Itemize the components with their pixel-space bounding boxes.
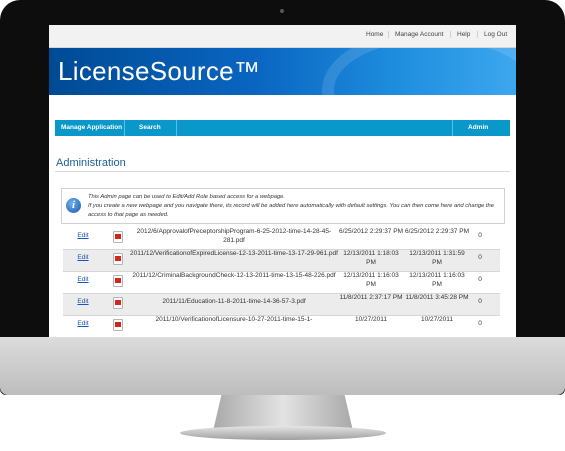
- count-value: 0: [478, 232, 482, 239]
- divider: [55, 171, 510, 172]
- file-name: 2011/12/VerificationofExpiredLicense-12-…: [130, 250, 338, 257]
- banner-decoration: [322, 48, 516, 95]
- nav-manage-application[interactable]: Manage Application: [61, 124, 122, 131]
- pdf-icon: [113, 231, 123, 243]
- help-link[interactable]: Help: [450, 31, 476, 38]
- table-row: Edit 2011/11/Education-11-8-2011-time-14…: [63, 294, 500, 316]
- file-name: 2011/12/CriminalBackgroundCheck-12-13-20…: [132, 272, 336, 279]
- info-text: This Admin page can be used to Edit/Add …: [88, 193, 498, 220]
- table-row: Edit 2011/12/CriminalBackgroundCheck-12-…: [63, 272, 500, 294]
- nav-divider: [176, 120, 177, 136]
- edit-link[interactable]: Edit: [68, 232, 98, 241]
- count-value: 0: [478, 276, 482, 283]
- manage-account-link[interactable]: Manage Account: [388, 31, 449, 38]
- created-date: 10/27/2011: [354, 316, 388, 323]
- nav-divider: [124, 120, 125, 136]
- count-value: 0: [478, 320, 482, 327]
- file-name: 2011/11/Education-11-8-2011-time-14-36-5…: [162, 298, 306, 305]
- info-icon: i: [66, 198, 81, 213]
- nav-divider: [452, 120, 453, 136]
- edit-link[interactable]: Edit: [68, 254, 98, 263]
- pdf-icon: [113, 297, 123, 309]
- created-date: 12/13/2011 1:16:03 PM: [343, 272, 399, 288]
- screen: Home Manage Account Help Log Out License…: [49, 25, 516, 337]
- file-name: 2011/10/VerificationofLicensure-10-27-20…: [155, 316, 313, 323]
- info-message: i This Admin page can be used to Edit/Ad…: [61, 188, 505, 224]
- modified-date: 6/25/2012 2:29:37 PM: [405, 228, 469, 235]
- monitor-bezel: Home Manage Account Help Log Out License…: [0, 0, 565, 395]
- table-row: Edit 2011/12/VerificationofExpiredLicens…: [63, 250, 500, 272]
- pdf-icon: [113, 319, 123, 331]
- edit-link[interactable]: Edit: [68, 298, 98, 307]
- table-row: Edit 2011/10/VerificationofLicensure-10-…: [63, 316, 500, 337]
- modified-date: 12/13/2011 1:16:03 PM: [409, 272, 465, 288]
- monitor-chin: [0, 337, 565, 395]
- modified-date: 11/8/2011 3:45:28 PM: [405, 294, 469, 301]
- pages-table: Edit 2012/6/ApprovalofPreceptorshipProgr…: [63, 228, 500, 337]
- count-value: 0: [478, 298, 482, 305]
- main-navigation: Manage Application Search Admin: [55, 120, 510, 136]
- nav-admin[interactable]: Admin: [468, 124, 488, 131]
- modified-date: 12/13/2011 1:31:59 PM: [409, 250, 465, 266]
- camera-icon: [280, 9, 284, 13]
- info-line-1: This Admin page can be used to Edit/Add …: [88, 194, 286, 200]
- edit-link[interactable]: Edit: [68, 276, 98, 285]
- created-date: 6/25/2012 2:29:37 PM: [339, 228, 403, 235]
- created-date: 12/13/2011 1:18:03 PM: [343, 250, 399, 266]
- table-row: Edit 2012/6/ApprovalofPreceptorshipProgr…: [63, 228, 500, 250]
- pdf-icon: [113, 253, 123, 265]
- info-line-2: If you create a new webpage and you navi…: [88, 203, 494, 218]
- count-value: 0: [478, 254, 482, 261]
- modified-date: 10/27/2011: [420, 316, 454, 323]
- logout-link[interactable]: Log Out: [477, 31, 513, 38]
- pdf-icon: [113, 275, 123, 287]
- file-name: 2012/6/ApprovalofPreceptorshipProgram-6-…: [136, 228, 332, 244]
- site-logo-title: LicenseSource™: [58, 56, 261, 86]
- home-link[interactable]: Home: [360, 31, 389, 38]
- edit-link[interactable]: Edit: [68, 320, 98, 329]
- nav-search[interactable]: Search: [139, 124, 161, 131]
- created-date: 11/8/2011 2:37:17 PM: [339, 294, 403, 301]
- top-navigation: Home Manage Account Help Log Out: [49, 25, 516, 48]
- page-title: Administration: [56, 157, 126, 169]
- header-banner: LicenseSource™: [49, 48, 516, 95]
- monitor-base: [180, 426, 386, 440]
